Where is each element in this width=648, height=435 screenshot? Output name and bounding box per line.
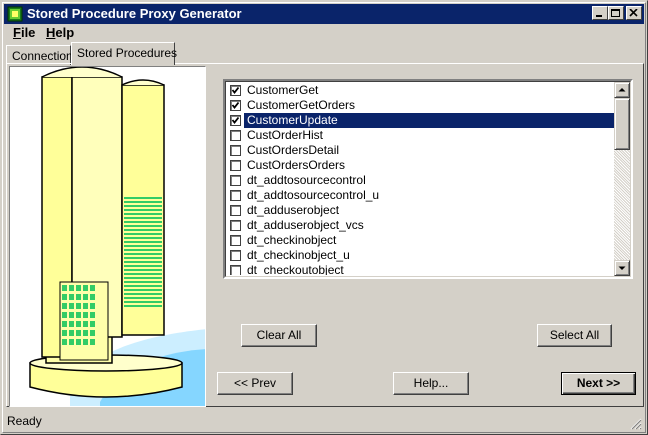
tab-stored-procedures-label: Stored Procedures xyxy=(77,46,178,60)
procedure-list-item[interactable]: dt_checkoutobject xyxy=(227,263,614,275)
procedure-name: dt_checkinobject xyxy=(247,233,337,247)
procedure-checkbox[interactable] xyxy=(230,250,241,261)
server-illustration xyxy=(9,66,206,407)
procedure-list-items: CustomerGet CustomerGetOrders CustomerUpda… xyxy=(227,83,614,275)
procedure-name: dt_addtosourcecontrol_u xyxy=(247,188,380,202)
clear-all-button[interactable]: Clear All xyxy=(241,324,317,347)
help-button[interactable]: Help... xyxy=(393,372,469,395)
scroll-thumb[interactable] xyxy=(614,98,630,150)
status-bar: Ready xyxy=(4,411,644,432)
procedure-checkbox[interactable] xyxy=(230,220,241,231)
procedure-list-item[interactable]: CustomerGetOrders xyxy=(227,98,614,113)
procedure-name: CustOrdersDetail xyxy=(247,143,340,157)
procedure-name: dt_adduserobject xyxy=(247,203,340,217)
procedure-checkbox[interactable] xyxy=(230,235,241,246)
server-tower-image xyxy=(29,67,205,406)
procedure-list-item[interactable]: dt_checkinobject_u xyxy=(227,248,614,263)
tab-connection[interactable]: Connection xyxy=(6,45,73,65)
procedure-checkbox[interactable] xyxy=(230,145,241,156)
procedure-name: CustOrdersOrders xyxy=(247,158,346,172)
procedure-checkbox[interactable] xyxy=(230,205,241,216)
title-bar[interactable]: Stored Procedure Proxy Generator xyxy=(4,4,644,24)
checkmark-icon xyxy=(231,86,240,94)
procedure-name: CustomerGetOrders xyxy=(247,98,356,112)
procedure-checkbox[interactable] xyxy=(230,100,241,111)
scroll-down-icon xyxy=(618,266,626,270)
procedure-list-item[interactable]: CustOrdersDetail xyxy=(227,143,614,158)
minimize-icon xyxy=(596,15,602,17)
procedure-name: dt_checkoutobject xyxy=(247,263,344,275)
procedure-list-item[interactable]: dt_adduserobject_vcs xyxy=(227,218,614,233)
procedure-list[interactable]: CustomerGet CustomerGetOrders CustomerUpda… xyxy=(223,79,633,279)
scroll-up-button[interactable] xyxy=(614,82,630,98)
procedure-name: dt_checkinobject_u xyxy=(247,248,350,262)
scroll-up-icon xyxy=(618,88,626,92)
procedure-name: CustOrderHist xyxy=(247,128,324,142)
procedure-list-item[interactable]: dt_adduserobject xyxy=(227,203,614,218)
procedure-checkbox[interactable] xyxy=(230,130,241,141)
app-icon xyxy=(7,6,23,22)
menu-help[interactable]: Help xyxy=(41,25,79,40)
procedure-checkbox[interactable] xyxy=(230,115,241,126)
procedure-name: CustomerGet xyxy=(247,83,319,97)
menu-file[interactable]: File xyxy=(8,25,40,40)
next-button[interactable]: Next >> xyxy=(561,372,636,395)
menu-bar: File Help xyxy=(4,24,644,42)
tab-connection-label: Connection xyxy=(12,49,73,63)
app-window: Stored Procedure Proxy Generator File He… xyxy=(0,0,648,435)
checkmark-icon xyxy=(231,116,240,124)
select-all-button[interactable]: Select All xyxy=(537,324,612,347)
procedure-name: dt_adduserobject_vcs xyxy=(247,218,364,232)
prev-button[interactable]: << Prev xyxy=(217,372,293,395)
maximize-icon xyxy=(611,9,620,17)
scroll-down-button[interactable] xyxy=(614,260,630,276)
procedure-list-item[interactable]: dt_addtosourcecontrol_u xyxy=(227,188,614,203)
checkmark-icon xyxy=(231,101,240,109)
status-text: Ready xyxy=(7,414,42,428)
procedure-checkbox[interactable] xyxy=(230,190,241,201)
tab-stored-procedures[interactable]: Stored Procedures xyxy=(71,42,178,65)
procedure-list-item[interactable]: CustOrdersOrders xyxy=(227,158,614,173)
procedure-list-item[interactable]: CustomerUpdate xyxy=(227,113,614,128)
procedure-list-item[interactable]: dt_addtosourcecontrol xyxy=(227,173,614,188)
procedure-name: dt_addtosourcecontrol xyxy=(247,173,366,187)
procedure-checkbox[interactable] xyxy=(230,160,241,171)
close-button[interactable] xyxy=(626,6,642,20)
procedure-name: CustomerUpdate xyxy=(244,113,614,128)
procedure-list-item[interactable]: CustomerGet xyxy=(227,83,614,98)
close-icon xyxy=(629,9,638,17)
procedure-list-item[interactable]: dt_checkinobject xyxy=(227,233,614,248)
procedure-list-item[interactable]: CustOrderHist xyxy=(227,128,614,143)
minimize-button[interactable] xyxy=(592,6,608,20)
procedure-checkbox[interactable] xyxy=(230,175,241,186)
maximize-button[interactable] xyxy=(608,6,624,20)
resize-grip-icon[interactable] xyxy=(630,418,642,430)
window-title: Stored Procedure Proxy Generator xyxy=(27,6,242,21)
procedure-checkbox[interactable] xyxy=(230,265,241,275)
procedure-checkbox[interactable] xyxy=(230,85,241,96)
vertical-scrollbar[interactable] xyxy=(614,82,630,276)
